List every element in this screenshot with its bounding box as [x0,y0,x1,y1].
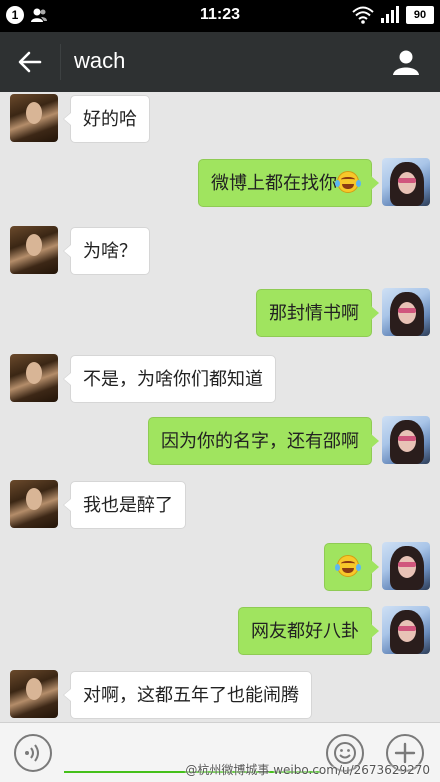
message-text: 为啥？ [83,241,137,262]
avatar-face [398,430,416,452]
message-text: 网友都好八卦 [251,621,359,642]
sent-message-bubble[interactable]: 网友都好八卦 [238,607,379,655]
chat-title: wach [74,48,126,73]
avatar-face [26,234,42,256]
person-icon [393,50,419,75]
contact-avatar[interactable] [10,226,58,274]
received-message-bubble[interactable]: 为啥？ [63,227,150,275]
message-row: 网友都好八卦 [0,606,440,660]
message-text: 那封情书啊 [269,303,359,324]
voice-icon [25,744,39,762]
message-row: 为啥？ [0,226,440,280]
status-bar: 1 11:23 90 [0,0,440,32]
avatar-face [26,362,42,384]
contact-avatar[interactable] [10,354,58,402]
message-row [0,542,440,596]
my-avatar[interactable] [382,158,430,206]
message-row: 那封情书啊 [0,288,440,342]
signal-icon [381,6,399,23]
message-row: 微博上都在找你 [0,158,440,212]
my-avatar[interactable] [382,542,430,590]
my-avatar[interactable] [382,288,430,336]
sent-message-bubble[interactable]: 那封情书啊 [256,289,379,337]
contact-avatar[interactable] [10,94,58,142]
avatar-glasses [398,436,416,441]
watermark: @杭州微博城事 weibo.com/u/2673629270 [185,763,430,777]
tears-of-joy-emoji-icon [335,171,361,193]
avatar-face [398,556,416,578]
message-row: 不是，为啥你们都知道 [0,354,440,408]
avatar-face [26,102,42,124]
avatar-glasses [398,178,416,183]
received-message-bubble[interactable]: 好的哈 [63,95,150,143]
title-divider [60,44,61,80]
sent-message-bubble[interactable] [324,543,379,591]
tears-of-joy-emoji-icon [335,555,361,577]
message-row: 我也是醉了 [0,480,440,534]
message-text: 因为你的名字，还有邵啊 [161,431,359,452]
contact-avatar[interactable] [10,670,58,718]
message-row: 对啊，这都五年了也能闹腾 [0,670,440,722]
received-message-bubble[interactable]: 不是，为啥你们都知道 [63,355,276,403]
message-text: 不是，为啥你们都知道 [83,369,263,390]
avatar-face [398,620,416,642]
chat-info-button[interactable] [388,44,424,80]
received-message-bubble[interactable]: 我也是醉了 [63,481,186,529]
message-text: 我也是醉了 [83,495,173,516]
message-row: 因为你的名字，还有邵啊 [0,416,440,470]
message-text: 好的哈 [83,109,137,130]
battery-icon: 90 [406,6,434,24]
chat-screen: 1 11:23 90 wach 好的哈 微博上都在找你 为啥？ 那封情书啊 不是… [0,0,440,782]
wifi-icon [352,6,374,24]
avatar-face [26,678,42,700]
avatar-face [26,488,42,510]
avatar-face [398,172,416,194]
my-avatar[interactable] [382,606,430,654]
message-list[interactable]: 好的哈微博上都在找你为啥？ 那封情书啊不是，为啥你们都知道因为你的名字，还有邵啊我… [0,92,440,722]
back-button[interactable] [8,42,52,82]
sent-message-bubble[interactable]: 因为你的名字，还有邵啊 [148,417,379,465]
contact-avatar[interactable] [10,480,58,528]
title-bar: wach [0,32,440,92]
arrow-left-icon [18,51,42,73]
message-text: 微博上都在找你 [211,173,337,194]
message-text: 对啊，这都五年了也能闹腾 [83,685,299,706]
avatar-face [398,302,416,324]
avatar-glasses [398,308,416,313]
status-right: 90 [352,6,434,24]
my-avatar[interactable] [382,416,430,464]
input-bar: @杭州微博城事 weibo.com/u/2673629270 [0,722,440,782]
received-message-bubble[interactable]: 对啊，这都五年了也能闹腾 [63,671,312,719]
avatar-glasses [398,562,416,567]
sent-message-bubble[interactable]: 微博上都在找你 [198,159,379,207]
message-row: 好的哈 [0,94,440,148]
voice-button[interactable] [14,734,52,772]
avatar-glasses [398,626,416,631]
